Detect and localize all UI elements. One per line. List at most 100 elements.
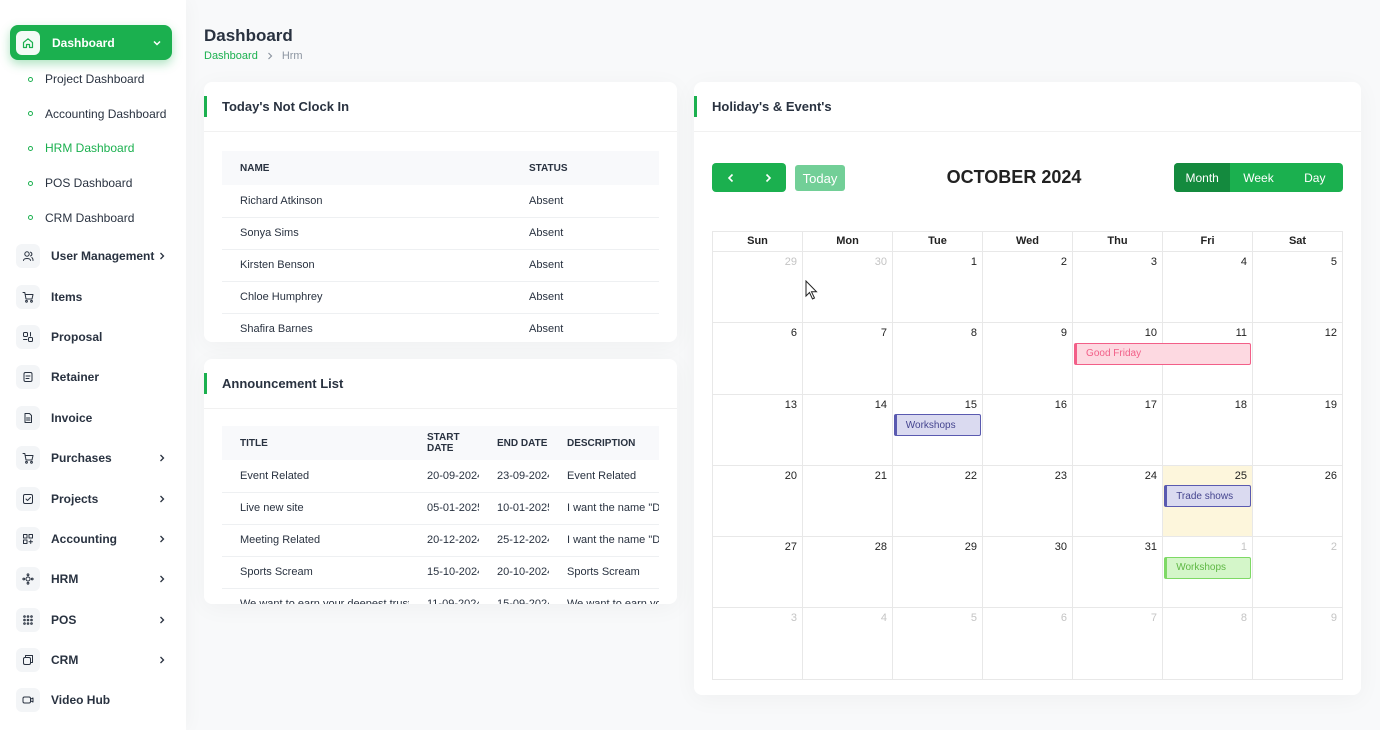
table-cell-title: Sports Scream — [222, 556, 409, 589]
calendar-day[interactable]: 9 — [983, 323, 1073, 395]
calendar-day[interactable]: 4 — [1163, 252, 1253, 324]
calendar-day[interactable]: 7 — [803, 323, 893, 395]
sidebar-subitem-accounting-dashboard[interactable]: Accounting Dashboard — [0, 97, 186, 132]
calendar-day[interactable]: 2 — [983, 252, 1073, 324]
day-number: 10 — [1144, 327, 1157, 340]
table-row: Shafira Barnes Absent — [222, 313, 659, 342]
breadcrumb: Dashboard Hrm — [204, 50, 303, 62]
view-week-button[interactable]: Week — [1230, 163, 1286, 192]
calendar-day[interactable]: 12 — [1253, 323, 1343, 395]
sidebar-item-purchases[interactable]: Purchases — [0, 438, 186, 478]
pos-grid-icon — [16, 607, 40, 632]
column-header-start-date: START DATE — [409, 426, 479, 460]
bullet-icon — [28, 76, 33, 82]
breadcrumb-link-dashboard[interactable]: Dashboard — [204, 50, 258, 62]
invoice-icon — [16, 405, 40, 430]
calendar-day[interactable]: 21 — [803, 465, 893, 538]
table-row: Live new site 05-01-2025 10-01-2025 I want … — [222, 492, 659, 525]
chevron-right-icon — [158, 616, 166, 624]
sidebar-item-retainer[interactable]: Retainer — [0, 357, 186, 397]
sidebar-item-user-management[interactable]: User Management — [0, 236, 186, 276]
calendar-day[interactable]: 3 — [1073, 252, 1163, 324]
calendar-day[interactable]: 8 — [1163, 608, 1253, 680]
weekday-wed: Wed — [983, 232, 1073, 252]
calendar-day[interactable]: 16 — [983, 394, 1073, 466]
sidebar-item-label: POS — [51, 612, 77, 627]
calendar-day[interactable]: 1 — [893, 252, 983, 324]
calendar-day[interactable]: 17 — [1073, 394, 1163, 466]
calendar-day[interactable]: 29 — [893, 537, 983, 609]
calendar-day[interactable]: 14 — [803, 394, 893, 466]
table-row: Meeting Related 20-12-2024 25-12-2024 I wan… — [222, 524, 659, 557]
calendar-day[interactable]: 4 — [803, 608, 893, 680]
calendar-nav-group — [712, 163, 786, 192]
sidebar-item-invoice[interactable]: Invoice — [0, 398, 186, 438]
day-number: 14 — [874, 398, 887, 411]
calendar-day[interactable]: 5 — [893, 608, 983, 680]
calendar-day[interactable]: 22 — [893, 465, 983, 538]
table-row: Sports Scream 15-10-2024 20-10-2024 Sports … — [222, 556, 659, 589]
calendar-day[interactable]: 28 — [803, 537, 893, 609]
view-day-button[interactable]: Day — [1287, 163, 1343, 192]
calendar-day[interactable]: 3 — [713, 608, 803, 680]
calendar-event[interactable]: Workshops — [893, 414, 981, 437]
calendar-day[interactable]: 5 — [1253, 252, 1343, 324]
calendar-day[interactable]: 31 — [1073, 537, 1163, 609]
calendar-day[interactable]: 6 — [983, 608, 1073, 680]
day-number: 5 — [970, 612, 977, 625]
day-number: 9 — [1060, 327, 1067, 340]
today-button[interactable]: Today — [795, 165, 845, 191]
calendar-day[interactable]: 7 — [1073, 608, 1163, 680]
calendar-day[interactable]: 29 — [713, 252, 803, 324]
sidebar-item-crm[interactable]: CRM — [0, 640, 186, 680]
day-number: 25 — [1234, 469, 1247, 482]
calendar-day[interactable]: 23 — [983, 465, 1073, 538]
sidebar-item-projects[interactable]: Projects — [0, 478, 186, 518]
calendar-day[interactable]: 27 — [713, 537, 803, 609]
breadcrumb-current: Hrm — [281, 50, 303, 62]
calendar-event[interactable]: Workshops — [1164, 556, 1252, 579]
calendar-day[interactable]: 8 — [893, 323, 983, 395]
column-header-name: NAME — [222, 151, 511, 185]
calendar-day[interactable]: 18 — [1163, 394, 1253, 466]
sidebar-item-hrm[interactable]: HRM — [0, 559, 186, 599]
sidebar-item-dashboard[interactable]: Dashboard — [10, 25, 172, 60]
sidebar-item-label: Items — [51, 289, 83, 304]
sidebar-item-items[interactable]: Items — [0, 276, 186, 316]
calendar-day[interactable]: 20 — [713, 465, 803, 538]
calendar-event[interactable]: Good Friday — [1074, 342, 1252, 365]
calendar-day[interactable]: 24 — [1073, 465, 1163, 538]
column-header-description: DESCRIPTION — [549, 426, 659, 460]
sidebar-item-label: Retainer — [51, 370, 100, 385]
view-month-button[interactable]: Month — [1174, 163, 1231, 192]
calendar-day[interactable]: 6 — [713, 323, 803, 395]
sidebar-item-proposal[interactable]: Proposal — [0, 317, 186, 357]
table-cell-description: We want to earn yo — [549, 588, 659, 604]
calendar-event[interactable]: Trade shows — [1164, 485, 1252, 508]
card-title: Announcement List — [222, 376, 344, 391]
table-cell-name: Chloe Humphrey — [222, 281, 511, 314]
video-icon — [16, 688, 40, 713]
sidebar-item-video-hub[interactable]: Video Hub — [0, 680, 186, 720]
calendar-day[interactable]: 13 — [713, 394, 803, 466]
sidebar-item-accounting[interactable]: Accounting — [0, 519, 186, 559]
sidebar-subitem-pos-dashboard[interactable]: POS Dashboard — [0, 166, 186, 201]
prev-month-button[interactable] — [712, 163, 749, 192]
calendar-day[interactable]: 9 — [1253, 608, 1343, 680]
calendar-day[interactable]: 30 — [983, 537, 1073, 609]
calendar-day[interactable]: 2 — [1253, 537, 1343, 609]
table-cell-end-date: 10-01-2025 — [479, 492, 549, 525]
sidebar-item-pos[interactable]: POS — [0, 600, 186, 640]
next-month-button[interactable] — [749, 163, 786, 192]
calendar-day[interactable]: 19 — [1253, 394, 1343, 466]
table-cell-description: I want the name "Do — [549, 524, 659, 557]
sidebar-subitem-crm-dashboard[interactable]: CRM Dashboard — [0, 200, 186, 235]
sidebar-subitem-project-dashboard[interactable]: Project Dashboard — [0, 62, 186, 97]
calendar-day[interactable]: 26 — [1253, 465, 1343, 538]
cart-icon — [16, 284, 40, 309]
weekday-thu: Thu — [1073, 232, 1163, 252]
sidebar-subitem-hrm-dashboard[interactable]: HRM Dashboard — [0, 131, 186, 166]
bullet-icon — [28, 215, 33, 221]
sidebar-item-label: HRM — [51, 572, 79, 587]
crm-icon — [16, 648, 40, 673]
